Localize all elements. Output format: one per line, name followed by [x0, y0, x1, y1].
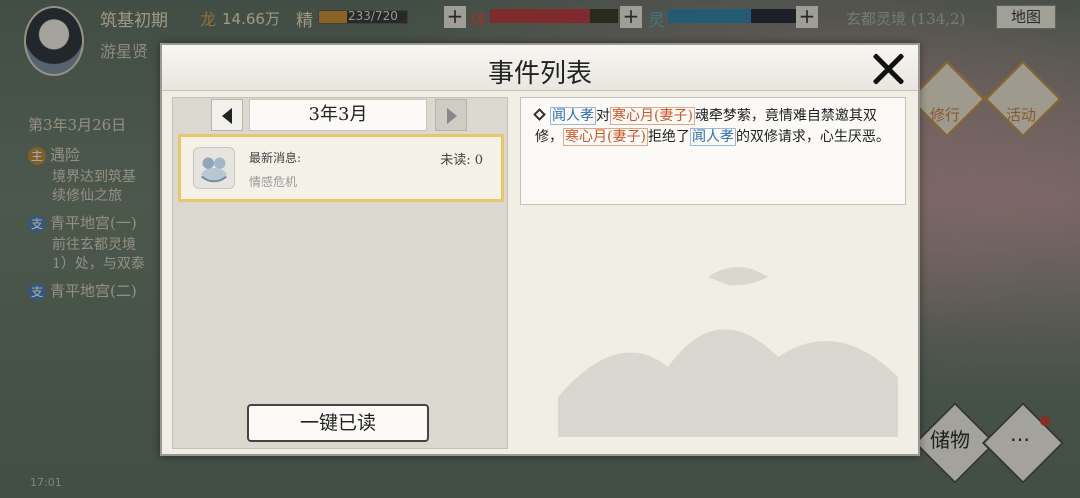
landscape-watermark	[558, 267, 898, 437]
event-detail-panel: 闻人孝对寒心月(妻子) 魂牵梦萦，竟情难自禁邀其双修， 寒心月(妻子) 拒绝了 闻人孝的…	[518, 97, 906, 449]
event-name: 情感危机	[249, 175, 298, 189]
arrow-left-icon	[222, 108, 232, 124]
modal-header: 事件列表	[162, 45, 918, 91]
message-fragment: 的双修请求，心生厌恶。	[735, 129, 890, 145]
arrow-right-icon	[447, 108, 457, 124]
character-name-link[interactable]: 闻人孝	[689, 128, 736, 146]
close-icon[interactable]	[870, 51, 906, 87]
character-name-link[interactable]: 寒心月(妻子)	[610, 107, 695, 125]
event-card[interactable]: 最新消息: 未读: 0 情感危机	[178, 134, 504, 202]
month-label: 3年3月	[249, 99, 427, 131]
event-list-panel: 3年3月 最新消息: 未读: 0 情感危机 一键已读	[172, 97, 508, 449]
diamond-icon	[533, 108, 546, 121]
next-month-button[interactable]	[435, 99, 467, 131]
character-name-link[interactable]: 闻人孝	[550, 107, 596, 125]
emotion-icon	[193, 147, 235, 189]
event-message: 闻人孝对寒心月(妻子) 魂牵梦萦，竟情难自禁邀其双修， 寒心月(妻子) 拒绝了 闻人孝的…	[520, 97, 906, 205]
prev-month-button[interactable]	[211, 99, 243, 131]
modal-title: 事件列表	[487, 59, 592, 89]
event-list-modal: 事件列表 3年3月 最新消息: 未读: 0 情感危机 一键已读 闻人孝对寒心月(…	[160, 43, 920, 456]
latest-message-label: 最新消息:	[249, 151, 302, 165]
message-text: 闻人孝对寒心月(妻子) 魂牵梦萦，竟情难自禁邀其双修， 寒心月(妻子) 拒绝了 闻人孝的…	[533, 106, 891, 148]
message-fragment: 拒绝了	[647, 129, 690, 145]
unread-count: 未读: 0	[440, 153, 483, 168]
message-fragment: 对	[596, 108, 610, 124]
character-name-link[interactable]: 寒心月(妻子)	[563, 128, 648, 146]
read-all-button[interactable]: 一键已读	[247, 404, 429, 442]
